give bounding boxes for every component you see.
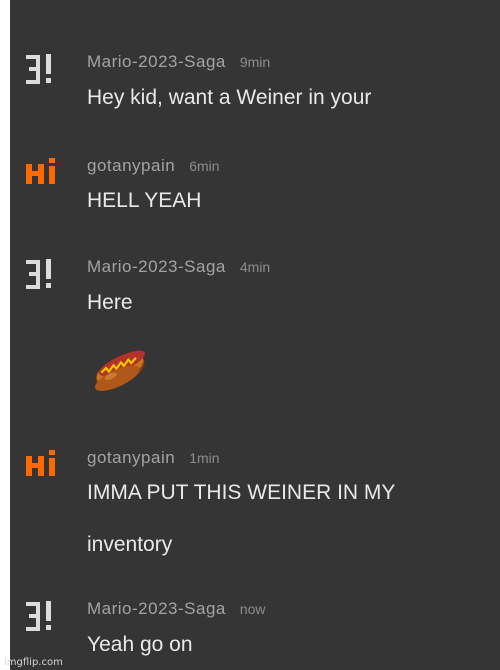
timestamp: 6min	[189, 158, 220, 174]
username[interactable]: gotanypain	[87, 448, 175, 467]
timestamp: now	[239, 601, 266, 617]
message-text: HELL YEAH	[87, 189, 202, 212]
message-header: Mario-2023-Saga 9min	[87, 52, 270, 72]
username[interactable]: Mario-2023-Saga	[87, 257, 226, 276]
message-header: gotanypain 6min	[87, 156, 220, 176]
message-text: IMMA PUT THIS WEINER IN MY	[87, 481, 396, 504]
timestamp: 1min	[189, 450, 220, 466]
imgflip-watermark: imgflip.com	[4, 657, 63, 668]
message-header: Mario-2023-Saga 4min	[87, 257, 270, 277]
three-exclaim-avatar-icon[interactable]	[24, 257, 60, 293]
message-text: Yeah go on	[87, 633, 193, 656]
message-text: inventory	[87, 533, 173, 556]
chat-panel: Mario-2023-Saga 9min Hey kid, want a Wein…	[10, 0, 500, 670]
message-header: Mario-2023-Saga now	[87, 599, 266, 619]
hi-avatar-icon[interactable]	[24, 448, 60, 484]
username[interactable]: Mario-2023-Saga	[87, 52, 226, 71]
three-exclaim-avatar-icon[interactable]	[24, 52, 60, 88]
timestamp: 9min	[239, 54, 271, 70]
message-text: Hey kid, want a Weiner in your	[87, 86, 372, 109]
timestamp: 4min	[239, 259, 271, 275]
message-header: gotanypain 1min	[87, 448, 220, 468]
username[interactable]: Mario-2023-Saga	[87, 599, 226, 618]
message-text: Here	[87, 291, 133, 314]
username[interactable]: gotanypain	[87, 156, 175, 175]
hotdog-icon	[94, 350, 145, 391]
three-exclaim-avatar-icon[interactable]	[24, 599, 60, 635]
hi-avatar-icon[interactable]	[24, 156, 60, 192]
